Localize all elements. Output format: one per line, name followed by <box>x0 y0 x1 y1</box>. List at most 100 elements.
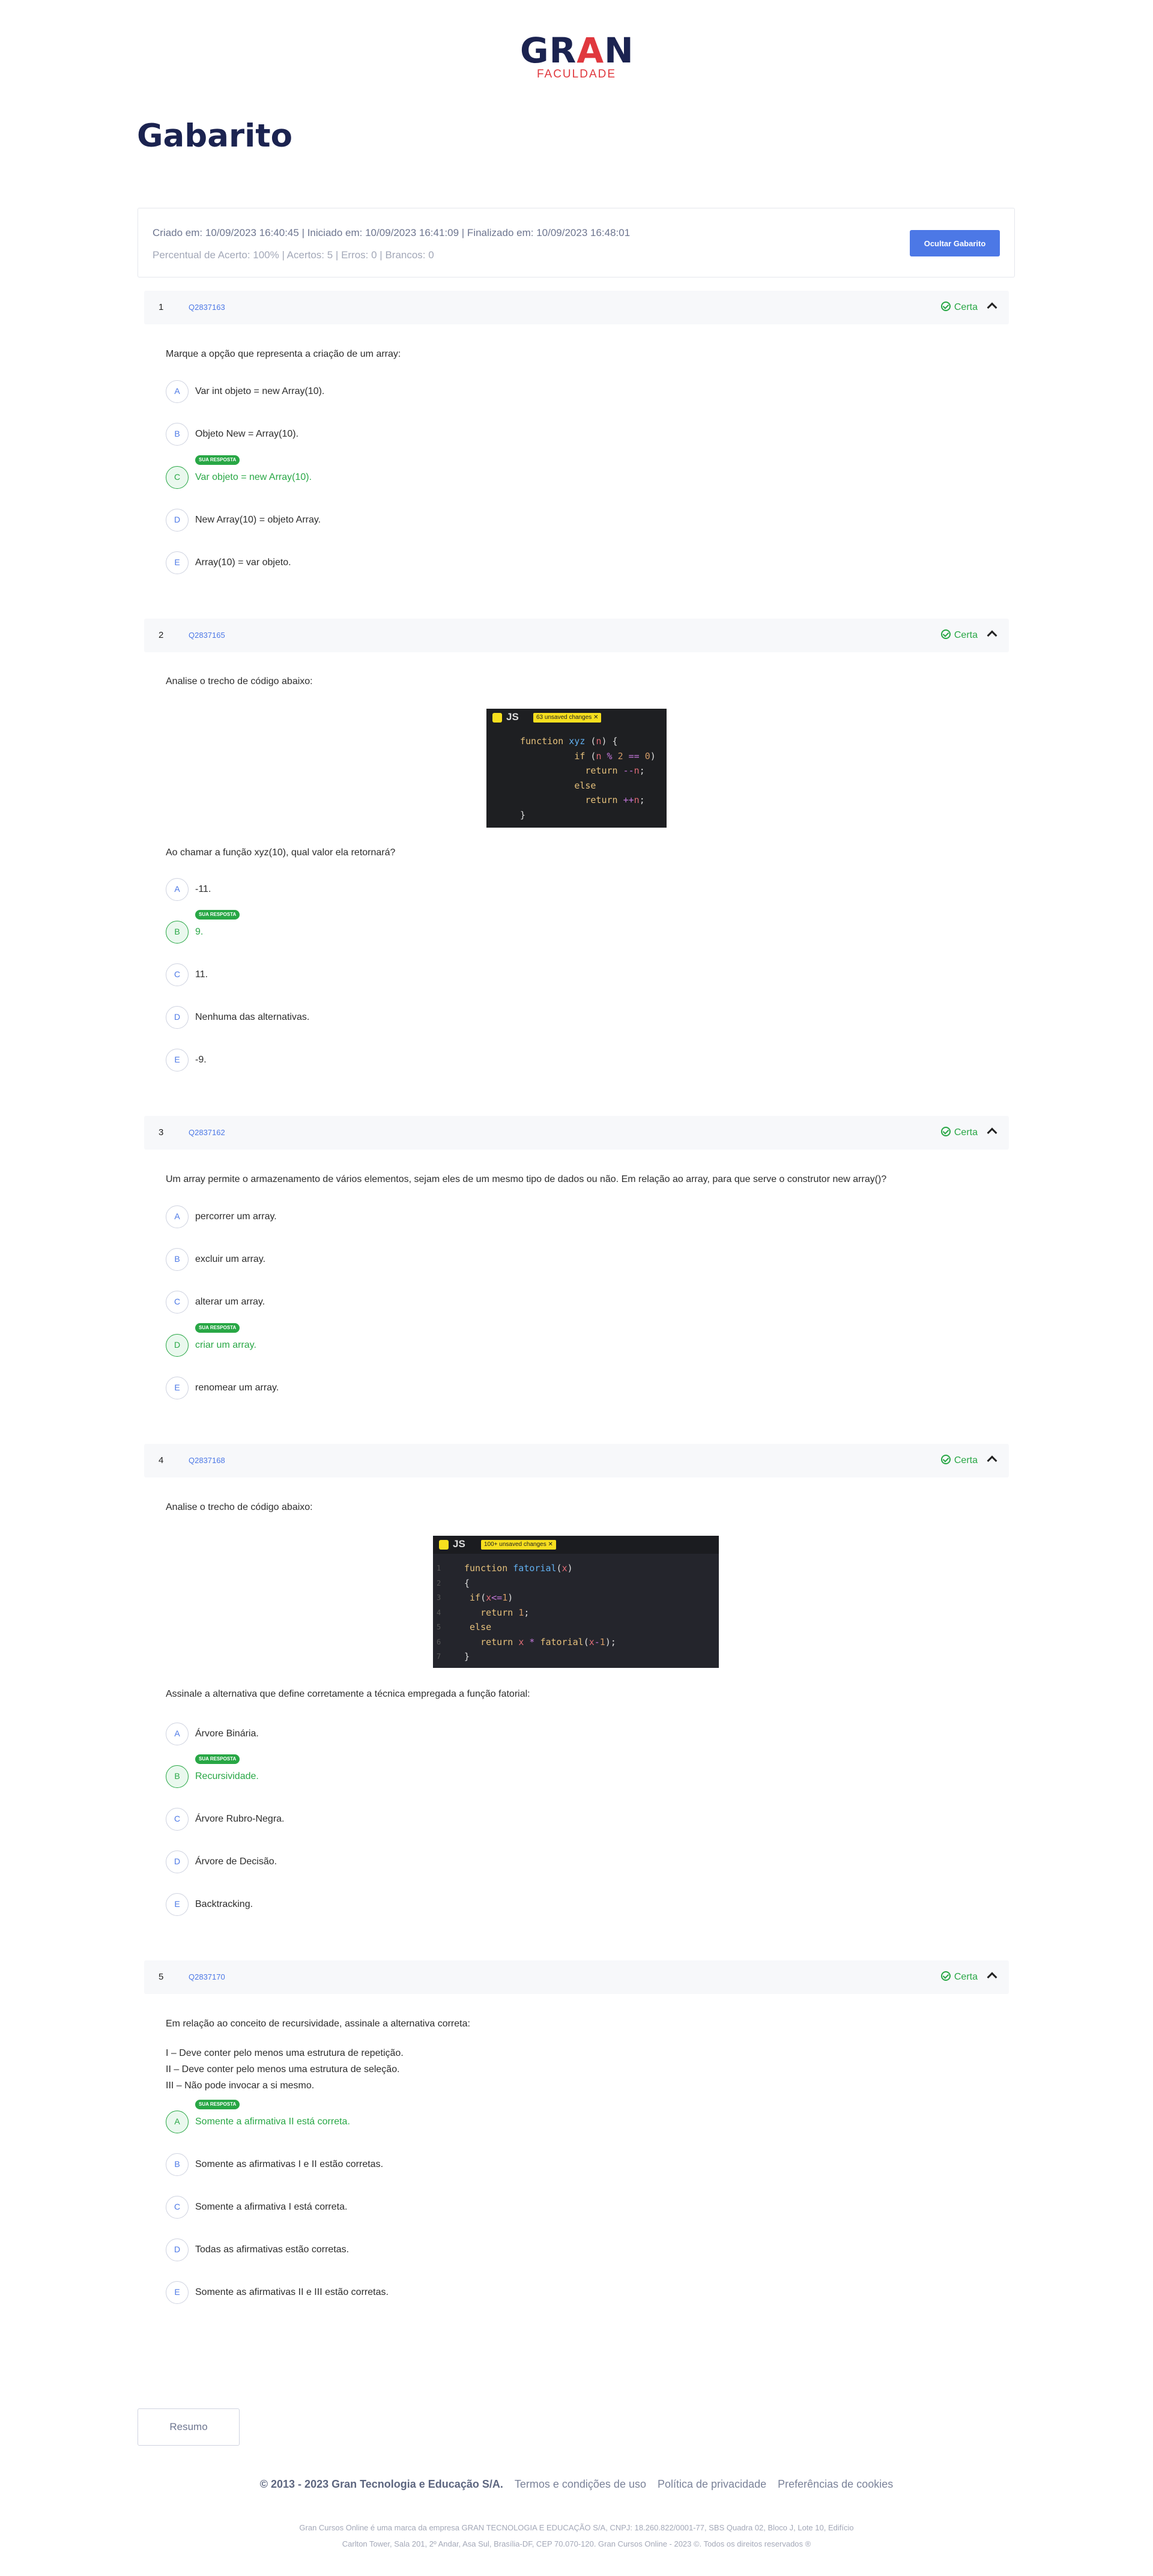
option-text: criar um array. <box>195 1340 256 1350</box>
legal-notice: Gran Cursos Online é uma marca da empres… <box>0 2520 1153 2552</box>
question-header[interactable]: 3 Q2837162 Certa <box>144 1116 1009 1150</box>
attempt-dates: Criado em: 10/09/2023 16:40:45 | Iniciad… <box>153 227 631 238</box>
answer-option[interactable]: D Nenhuma das alternativas. <box>166 1006 886 1030</box>
answer-option[interactable]: A Var int objeto = new Array(10). <box>166 380 886 404</box>
hide-answer-key-button[interactable]: Ocultar Gabarito <box>910 230 1000 256</box>
answer-option[interactable]: Apercorrer um array. <box>166 1205 886 1229</box>
option-letter: A <box>166 380 189 403</box>
question-code-link[interactable]: Q2837165 <box>189 631 225 640</box>
copyright: © 2013 - 2023 Gran Tecnologia e Educação… <box>259 2478 503 2490</box>
question-code-link[interactable]: Q2837170 <box>189 1972 225 1981</box>
answer-option[interactable]: C Árvore Rubro-Negra. <box>166 1808 886 1832</box>
answer-option[interactable]: A Árvore Binária. <box>166 1723 886 1747</box>
option-letter: E <box>166 1049 189 1071</box>
privacy-link[interactable]: Política de privacidade <box>658 2478 766 2490</box>
editor-tab-bar: JS 63 unsaved changes ✕ <box>486 709 667 727</box>
option-text: Somente a afirmativa II está correta. <box>195 2117 350 2127</box>
option-text: Somente as afirmativas II e III estão co… <box>195 2287 389 2297</box>
question-header[interactable]: 5 Q2837170 Certa <box>144 1960 1009 1994</box>
editor-tab-bar: JS 100+ unsaved changes ✕ <box>433 1536 719 1554</box>
answer-option[interactable]: Erenomear um array. <box>166 1377 886 1401</box>
chevron-up-icon[interactable] <box>987 302 997 313</box>
answer-option[interactable]: E Somente as afirmativas II e III estão c… <box>166 2281 886 2305</box>
option-letter: E <box>166 551 189 574</box>
chevron-up-icon[interactable] <box>987 1455 997 1466</box>
option-text: -9. <box>195 1055 207 1065</box>
chevron-up-icon[interactable] <box>987 630 997 641</box>
status-label: Certa <box>954 1455 978 1465</box>
answer-option[interactable]: D Árvore de Decisão. <box>166 1850 886 1874</box>
question-statement: Analise o trecho de código abaixo: <box>166 1502 313 1512</box>
question-statement: Em relação ao conceito de recursividade,… <box>166 2019 470 2029</box>
option-text: Backtracking. <box>195 1899 253 1909</box>
option-text: Árvore de Decisão. <box>195 1856 277 1867</box>
question-header[interactable]: 1 Q2837163 Certa <box>144 291 1009 324</box>
answer-option[interactable]: D New Array(10) = objeto Array. <box>166 509 886 533</box>
question-header[interactable]: 2 Q2837165 Certa <box>144 619 1009 652</box>
check-circle-icon <box>940 629 951 639</box>
legal-line: Gran Cursos Online é uma marca da empres… <box>299 2523 854 2532</box>
option-letter: C <box>166 466 189 489</box>
logo-text-accent: A <box>576 30 605 71</box>
terms-link[interactable]: Termos e condições de uso <box>515 2478 646 2490</box>
option-letter: E <box>166 2281 189 2304</box>
answer-option[interactable]: Calterar um array. <box>166 1291 886 1315</box>
answer-option-selected[interactable]: C Var objeto = new Array(10). <box>166 466 886 490</box>
chevron-up-icon[interactable] <box>987 1972 997 1983</box>
answer-option-selected[interactable]: A Somente a afirmativa II está correta. <box>166 2111 886 2135</box>
code-snippet-image: JS 100+ unsaved changes ✕ 1 2 3 4 5 6 7 f… <box>433 1536 719 1668</box>
your-answer-badge: SUA RESPOSTA <box>195 1323 240 1333</box>
page-title: Gabarito <box>137 118 293 154</box>
question-code-link[interactable]: Q2837163 <box>189 303 225 312</box>
answer-option-selected[interactable]: B 9. <box>166 921 886 945</box>
summary-button[interactable]: Resumo <box>138 2408 240 2446</box>
answer-option[interactable]: E -9. <box>166 1049 886 1073</box>
gran-faculdade-logo: GRAN FACULDADE <box>520 30 634 80</box>
option-text: 9. <box>195 927 204 937</box>
option-letter: D <box>166 509 189 532</box>
question-code-link[interactable]: Q2837168 <box>189 1456 225 1465</box>
option-letter: D <box>166 1006 189 1029</box>
answer-option[interactable]: D Todas as afirmativas estão corretas. <box>166 2238 886 2262</box>
question-status: Certa <box>940 1127 978 1138</box>
js-label: JS <box>506 711 519 723</box>
question-number: 3 <box>159 1127 164 1138</box>
answer-option[interactable]: A -11. <box>166 878 886 902</box>
option-text: Recursividade. <box>195 1771 259 1781</box>
check-circle-icon <box>940 1127 951 1136</box>
answer-option-selected[interactable]: Dcriar um array. <box>166 1334 886 1358</box>
option-letter: E <box>166 1893 189 1916</box>
answer-option[interactable]: B Somente as afirmativas I e II estão cor… <box>166 2153 886 2177</box>
question-statement: Analise o trecho de código abaixo: <box>166 676 313 686</box>
answer-option[interactable]: Bexcluir um array. <box>166 1248 886 1272</box>
option-letter: C <box>166 963 189 986</box>
statement-item: I – Deve conter pelo menos uma estrutura… <box>166 2048 404 2058</box>
option-text: Objeto New = Array(10). <box>195 429 299 439</box>
option-letter: E <box>166 1377 189 1399</box>
unsaved-changes-tag: 100+ unsaved changes ✕ <box>481 1540 556 1550</box>
code-snippet-image: JS 63 unsaved changes ✕ function xyz (n) … <box>486 709 667 828</box>
option-letter: C <box>166 1291 189 1314</box>
your-answer-badge: SUA RESPOSTA <box>195 1754 240 1764</box>
logo-text-part: N <box>604 30 634 71</box>
answer-option[interactable]: C Somente a afirmativa I está correta. <box>166 2196 886 2220</box>
option-letter: B <box>166 1248 189 1271</box>
answer-option[interactable]: E Backtracking. <box>166 1893 886 1917</box>
answer-option-selected[interactable]: B Recursividade. <box>166 1765 886 1789</box>
logo-text-part: GR <box>520 30 577 71</box>
option-text: excluir um array. <box>195 1254 266 1264</box>
answer-option[interactable]: B Objeto New = Array(10). <box>166 423 886 447</box>
option-letter: B <box>166 2153 189 2176</box>
question-status: Certa <box>940 302 978 313</box>
question-header[interactable]: 4 Q2837168 Certa <box>144 1444 1009 1477</box>
option-text: Somente a afirmativa I está correta. <box>195 2202 348 2212</box>
question-code-link[interactable]: Q2837162 <box>189 1128 225 1137</box>
answer-option[interactable]: E Array(10) = var objeto. <box>166 551 886 575</box>
statement-item: II – Deve conter pelo menos uma estrutur… <box>166 2064 400 2074</box>
option-letter: D <box>166 1334 189 1357</box>
option-letter: A <box>166 878 189 901</box>
chevron-up-icon[interactable] <box>987 1127 997 1138</box>
cookie-preferences-link[interactable]: Preferências de cookies <box>778 2478 893 2490</box>
check-circle-icon <box>940 1455 951 1464</box>
answer-option[interactable]: C 11. <box>166 963 886 987</box>
